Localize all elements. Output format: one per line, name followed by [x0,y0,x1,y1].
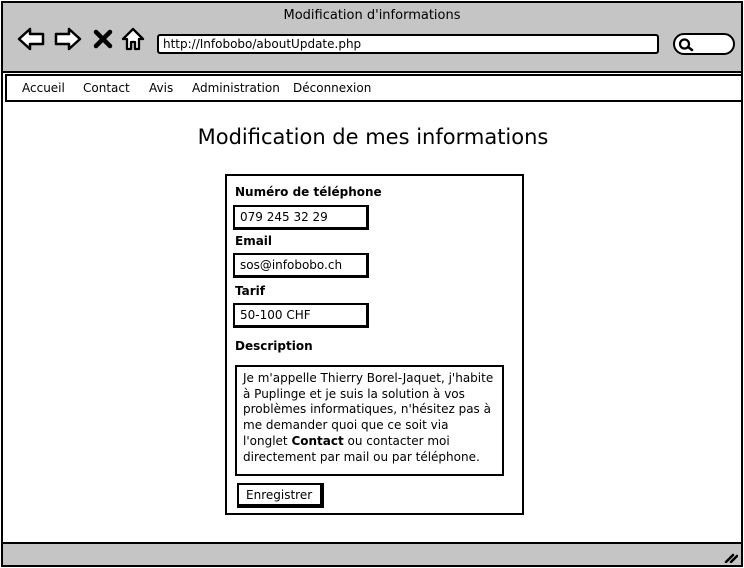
tarif-input[interactable] [233,303,369,328]
browser-window: Modification d'informations http://Infob… [1,1,743,567]
description-textarea[interactable]: Je m'appelle Thierry Borel-Jaquet, j'hab… [235,365,504,476]
nav-menu: Accueil Contact Avis Administration Déco… [5,74,743,102]
back-arrow-icon[interactable] [17,26,45,52]
menu-item-contact[interactable]: Contact [83,81,130,95]
phone-input[interactable] [233,205,369,230]
description-bold-text: Contact [291,433,344,448]
menu-item-administration[interactable]: Administration [192,81,280,95]
menu-item-deconnexion[interactable]: Déconnexion [293,81,371,95]
forward-arrow-icon[interactable] [54,26,82,52]
status-bar [3,542,741,565]
phone-label: Numéro de téléphone [235,185,382,199]
email-input[interactable] [233,253,369,278]
window-title: Modification d'informations [283,8,461,23]
edit-info-form: Numéro de téléphone Email Tarif Descript… [225,174,524,515]
description-label: Description [235,339,313,353]
close-x-icon[interactable] [91,26,115,52]
tarif-label: Tarif [235,284,265,298]
home-icon[interactable] [120,26,146,52]
search-box[interactable] [673,33,735,55]
url-bar[interactable]: http://Infobobo/aboutUpdate.php [157,34,659,54]
menu-item-accueil[interactable]: Accueil [22,81,65,95]
search-icon [678,38,694,52]
email-label: Email [235,234,273,248]
menu-item-avis[interactable]: Avis [149,81,173,95]
title-bar: Modification d'informations http://Infob… [3,3,741,73]
resize-handle-icon[interactable] [724,549,738,563]
save-button[interactable]: Enregistrer [237,483,324,508]
page-title: Modification de mes informations [197,125,549,149]
